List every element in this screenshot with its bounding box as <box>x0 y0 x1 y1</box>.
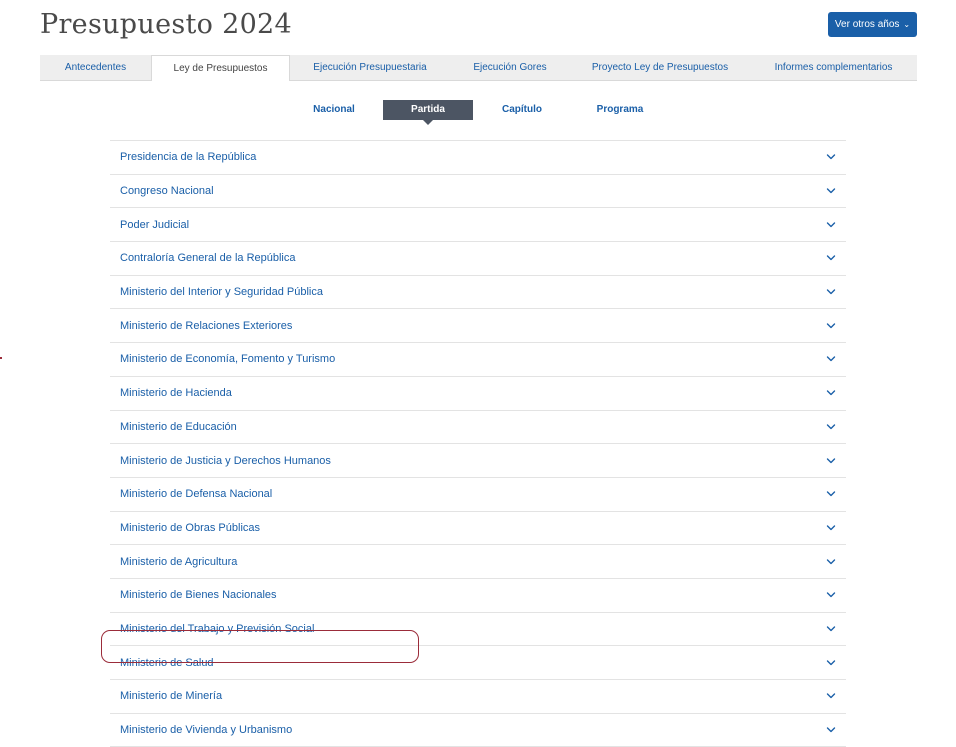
partida-label: Ministerio de Hacienda <box>120 387 232 400</box>
list-item[interactable]: Ministerio del Interior y Seguridad Públ… <box>110 276 846 310</box>
list-item[interactable]: Ministerio de Bienes Nacionales <box>110 579 846 613</box>
partida-label: Ministerio de Economía, Fomento y Turism… <box>120 353 336 366</box>
chevron-down-icon[interactable] <box>826 523 836 533</box>
list-item[interactable]: Congreso Nacional <box>110 175 846 209</box>
chevron-down-icon[interactable] <box>826 152 836 162</box>
chevron-down-icon[interactable] <box>826 220 836 230</box>
subnav-programa[interactable]: Programa <box>584 100 656 120</box>
chevron-down-icon[interactable] <box>826 624 836 634</box>
chevron-down-icon[interactable] <box>826 354 836 364</box>
list-item[interactable]: Ministerio de Economía, Fomento y Turism… <box>110 343 846 377</box>
partida-label: Ministerio de Vivienda y Urbanismo <box>120 724 293 737</box>
list-item[interactable]: Contraloría General de la República <box>110 242 846 276</box>
list-item[interactable]: Ministerio del Trabajo y Previsión Socia… <box>110 613 846 647</box>
partida-label: Ministerio de Obras Públicas <box>120 521 261 534</box>
other-years-button[interactable]: Ver otros años ⌄ <box>828 12 917 37</box>
list-item[interactable]: Ministerio de Defensa Nacional <box>110 478 846 512</box>
chevron-down-icon[interactable] <box>826 186 836 196</box>
other-years-label: Ver otros años <box>834 19 900 30</box>
list-item[interactable]: Ministerio de Minería <box>110 680 846 714</box>
tab-ejecucion-presupuestaria[interactable]: Ejecución Presupuestaria <box>290 55 450 80</box>
chevron-down-icon[interactable] <box>826 557 836 567</box>
edge-marker <box>0 357 2 359</box>
page-title: Presupuesto 2024 <box>40 9 293 40</box>
list-item[interactable]: Presidencia de la República <box>110 141 846 175</box>
partida-label: Poder Judicial <box>120 218 190 231</box>
tab-informes-complementarios[interactable]: Informes complementarios <box>750 55 917 80</box>
list-item[interactable]: Ministerio de Obras Públicas <box>110 512 846 546</box>
chevron-down-icon[interactable] <box>826 658 836 668</box>
chevron-down-icon[interactable] <box>826 422 836 432</box>
tab-antecedentes[interactable]: Antecedentes <box>40 55 151 80</box>
list-item[interactable]: Ministerio de Salud <box>110 646 846 680</box>
list-item[interactable]: Poder Judicial <box>110 208 846 243</box>
partida-label: Ministerio de Educación <box>120 420 237 433</box>
subnav-partida[interactable]: Partida <box>383 100 473 125</box>
partida-label: Ministerio del Trabajo y Previsión Socia… <box>120 622 315 635</box>
list-item[interactable]: Ministerio de Justicia y Derechos Humano… <box>110 444 846 478</box>
list-item[interactable]: Ministerio de Relaciones Exteriores <box>110 309 846 344</box>
chevron-down-icon[interactable] <box>826 321 836 331</box>
partida-label: Ministerio de Relaciones Exteriores <box>120 319 293 332</box>
list-item[interactable]: Ministerio de Educación <box>110 411 846 445</box>
tab-ejecucion-gores[interactable]: Ejecución Gores <box>450 55 570 80</box>
list-item[interactable]: Ministerio de Hacienda <box>110 377 846 411</box>
partida-label: Presidencia de la República <box>120 151 257 164</box>
subnav-capitulo[interactable]: Capítulo <box>488 100 556 120</box>
chevron-down-icon[interactable] <box>826 489 836 499</box>
subnav-nacional[interactable]: Nacional <box>300 100 368 120</box>
partida-label: Ministerio de Justicia y Derechos Humano… <box>120 454 331 467</box>
tab-proyecto-ley[interactable]: Proyecto Ley de Presupuestos <box>570 55 750 80</box>
chevron-down-icon[interactable] <box>826 725 836 735</box>
chevron-down-icon[interactable] <box>826 590 836 600</box>
chevron-down-icon[interactable] <box>826 456 836 466</box>
chevron-down-icon[interactable] <box>826 388 836 398</box>
partida-list: Presidencia de la República Congreso Naci… <box>110 140 846 747</box>
partida-label: Contraloría General de la República <box>120 252 296 265</box>
main-tabs: Antecedentes Ley de Presupuestos Ejecuci… <box>40 55 917 81</box>
list-item[interactable]: Ministerio de Vivienda y Urbanismo <box>110 714 846 747</box>
partida-label: Ministerio de Agricultura <box>120 555 238 568</box>
chevron-down-icon[interactable] <box>826 287 836 297</box>
partida-label: Ministerio de Defensa Nacional <box>120 488 273 501</box>
tab-ley-de-presupuestos[interactable]: Ley de Presupuestos <box>151 55 290 81</box>
partida-label: Ministerio del Interior y Seguridad Públ… <box>120 286 323 299</box>
partida-label: Ministerio de Salud <box>120 656 214 669</box>
chevron-down-icon: ⌄ <box>903 20 911 29</box>
partida-label: Ministerio de Bienes Nacionales <box>120 589 277 602</box>
partida-label: Congreso Nacional <box>120 185 214 198</box>
chevron-down-icon[interactable] <box>826 691 836 701</box>
partida-label: Ministerio de Minería <box>120 690 223 703</box>
level-selector: Nacional Partida Capítulo Programa <box>0 98 956 126</box>
chevron-down-icon[interactable] <box>826 253 836 263</box>
list-item[interactable]: Ministerio de Agricultura <box>110 545 846 579</box>
